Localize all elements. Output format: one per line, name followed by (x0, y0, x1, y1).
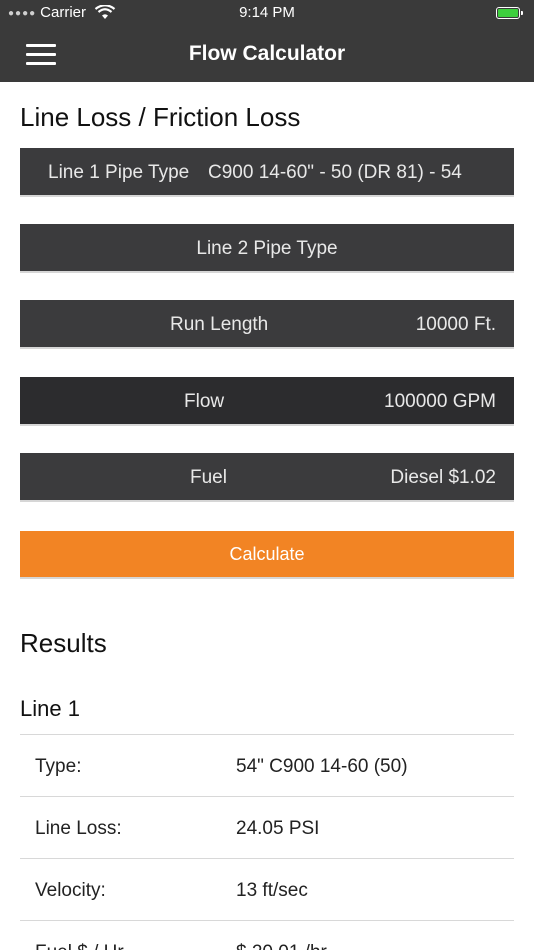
results-table: Type: 54" C900 14-60 (50) Line Loss: 24.… (20, 734, 514, 950)
fuel-label: Fuel (190, 467, 227, 488)
status-time: 9:14 PM (239, 4, 295, 21)
section-heading-line-loss: Line Loss / Friction Loss (20, 102, 301, 132)
section-heading-results: Results (20, 628, 107, 658)
run-length-value: 10000 Ft. (415, 314, 496, 335)
fuel-value: Diesel $1.02 (390, 467, 496, 488)
result-key: Velocity: (35, 880, 106, 901)
flow-field[interactable]: Flow 100000 GPM (20, 377, 514, 426)
line1-pipe-type-value: C900 14-60" - 50 (DR 81) - 54 (208, 162, 462, 183)
fuel-field[interactable]: Fuel Diesel $1.02 (20, 453, 514, 502)
calculate-button[interactable]: Calculate (20, 531, 514, 579)
flow-value: 100000 GPM (384, 391, 496, 412)
line1-results-heading: Line 1 (20, 696, 80, 721)
battery-fill (498, 9, 518, 17)
battery-nub (521, 11, 523, 15)
run-length-label: Run Length (170, 314, 269, 335)
result-row-line-loss: Line Loss: 24.05 PSI (20, 797, 514, 859)
line1-pipe-type-field[interactable]: Line 1 Pipe Type C900 14-60" - 50 (DR 81… (20, 148, 514, 197)
result-value: 13 ft/sec (236, 880, 308, 901)
run-length-field[interactable]: Run Length 10000 Ft. (20, 300, 514, 349)
battery-icon (496, 7, 523, 19)
flow-label: Flow (184, 391, 225, 412)
result-value: $ 20.01 /hr (236, 942, 327, 950)
result-key: Type: (35, 756, 82, 777)
result-row-velocity: Velocity: 13 ft/sec (20, 859, 514, 921)
line2-pipe-type-label: Line 2 Pipe Type (196, 238, 338, 259)
result-key: Fuel $ / Hr (35, 942, 124, 950)
result-value: 24.05 PSI (236, 818, 320, 839)
status-bar: ●●●● Carrier 9:14 PM (0, 0, 534, 26)
result-key: Line Loss: (35, 818, 122, 839)
result-row-fuel: Fuel $ / Hr $ 20.01 /hr (20, 921, 514, 950)
line2-pipe-type-field[interactable]: Line 2 Pipe Type (20, 224, 514, 273)
page-title: Flow Calculator (188, 42, 346, 65)
line1-pipe-type-label: Line 1 Pipe Type (48, 162, 190, 183)
nav-bar: Flow Calculator (0, 26, 534, 82)
result-value: 54" C900 14-60 (50) (236, 756, 408, 777)
result-row-type: Type: 54" C900 14-60 (50) (20, 735, 514, 797)
